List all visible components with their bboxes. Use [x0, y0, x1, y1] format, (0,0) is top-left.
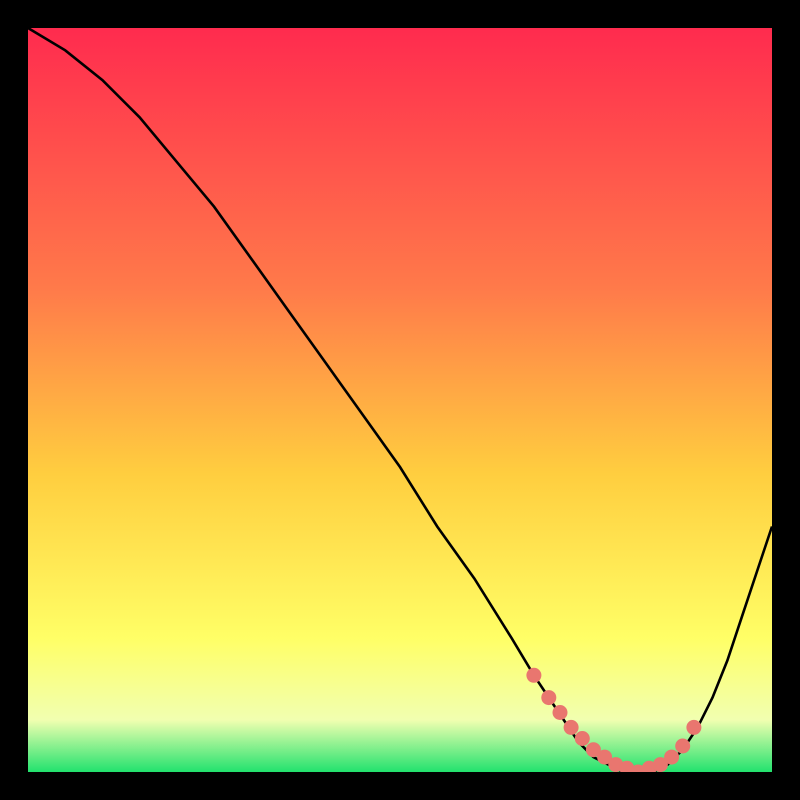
- highlight-dot: [675, 739, 690, 754]
- highlight-dot: [575, 731, 590, 746]
- highlight-dot: [664, 750, 679, 765]
- highlight-dot: [526, 668, 541, 683]
- highlight-dot: [553, 705, 568, 720]
- plot-area: [28, 28, 772, 772]
- chart-stage: TheBottlenecker.com: [0, 0, 800, 800]
- bottleneck-chart: [0, 0, 800, 800]
- highlight-dot: [564, 720, 579, 735]
- highlight-dot: [541, 690, 556, 705]
- highlight-dot: [686, 720, 701, 735]
